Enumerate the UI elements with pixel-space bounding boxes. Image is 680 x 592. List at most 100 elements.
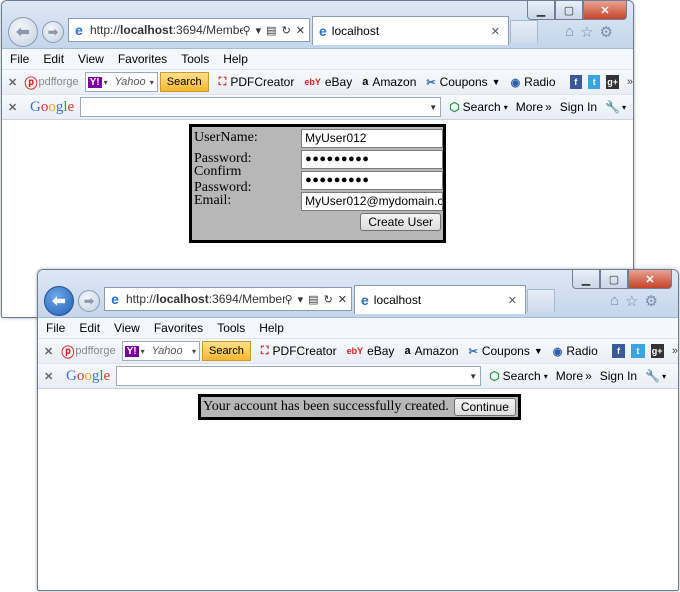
twitter-icon[interactable]: t <box>587 75 601 89</box>
compatibility-icon[interactable]: ▤ <box>266 24 276 37</box>
menu-edit[interactable]: Edit <box>79 321 100 335</box>
menu-help[interactable]: Help <box>223 52 248 66</box>
radio-button[interactable]: ◉ Radio <box>553 344 598 358</box>
menu-favorites[interactable]: Favorites <box>118 52 167 66</box>
google-search-input[interactable]: ▼ <box>116 366 482 386</box>
new-tab-button[interactable] <box>510 20 538 43</box>
radio-icon: ◉ <box>510 76 521 89</box>
chevron-down-icon[interactable]: ▼ <box>469 372 477 381</box>
address-bar[interactable]: e http://localhost:3694/Membersl ⚲ ▾ ▤ ↻… <box>104 287 352 311</box>
pdfforge-logo[interactable]: ⓟ pdfforge <box>24 73 78 92</box>
coupons-button[interactable]: ✂ Coupons ▼ <box>426 75 500 89</box>
dropdown-icon[interactable]: ▾ <box>256 24 262 37</box>
compatibility-icon[interactable]: ▤ <box>308 293 318 306</box>
close-toolbar-icon[interactable]: ✕ <box>8 76 20 89</box>
forward-button[interactable]: ➡ <box>78 290 100 312</box>
close-window-button[interactable]: ✕ <box>583 1 627 20</box>
home-icon[interactable]: ⌂ <box>610 292 619 310</box>
close-google-toolbar-icon[interactable]: ✕ <box>8 101 22 114</box>
google-more-button[interactable]: More» <box>556 369 592 383</box>
home-icon[interactable]: ⌂ <box>565 23 574 41</box>
favorites-star-icon[interactable]: ☆ <box>580 23 593 41</box>
menu-view[interactable]: View <box>78 52 104 66</box>
maximize-button[interactable]: ▢ <box>600 270 628 289</box>
refresh-icon[interactable]: ↻ <box>324 293 333 306</box>
facebook-icon[interactable]: f <box>611 344 626 358</box>
stop-icon[interactable]: ✕ <box>338 293 347 306</box>
googleplus-icon[interactable]: g+ <box>606 75 619 89</box>
settings-gear-icon[interactable]: ⚙ <box>600 23 613 41</box>
menu-view[interactable]: View <box>114 321 140 335</box>
ebay-button[interactable]: ebY eBay <box>304 75 352 89</box>
search-icon[interactable]: ⚲ <box>285 293 293 306</box>
facebook-icon[interactable]: f <box>569 75 582 89</box>
address-tools: ⚲ ▾ ▤ ↻ ✕ <box>285 293 351 306</box>
menu-help[interactable]: Help <box>259 321 284 335</box>
google-signin-button[interactable]: Sign In <box>560 100 597 114</box>
confirm-password-input[interactable]: ●●●●●●●●● <box>301 170 443 190</box>
create-user-button[interactable]: Create User <box>360 213 441 231</box>
caption-buttons: ▁ ▢ ✕ <box>572 270 672 289</box>
close-window-button[interactable]: ✕ <box>628 270 672 289</box>
google-signin-button[interactable]: Sign In <box>600 369 637 383</box>
google-search-button[interactable]: ⬡ Search ▾ <box>449 100 508 114</box>
googleplus-icon[interactable]: g+ <box>650 344 664 358</box>
yahoo-search-button[interactable]: Search <box>201 341 251 361</box>
pdf-icon: ⛶ <box>260 344 269 357</box>
chevron-down-icon[interactable]: ▾ <box>192 347 196 356</box>
menu-tools[interactable]: Tools <box>181 52 209 66</box>
menu-tools[interactable]: Tools <box>217 321 245 335</box>
minimize-button[interactable]: ▁ <box>527 1 555 20</box>
email-input[interactable]: MyUser012@mydomain.co <box>301 191 443 211</box>
google-search-button[interactable]: ⬡ Search ▾ <box>489 369 548 383</box>
yahoo-search-input[interactable]: Y! ▾ Yahoo ▾ <box>121 341 200 361</box>
continue-button[interactable]: Continue <box>453 398 516 416</box>
minimize-button[interactable]: ▁ <box>572 270 600 289</box>
yahoo-search-input[interactable]: Y! ▾ Yahoo ▾ <box>84 72 158 92</box>
google-search-input[interactable]: ▼ <box>80 97 442 117</box>
username-input[interactable]: MyUser012 <box>301 128 443 148</box>
browser-right-icons: ⌂ ☆ ⚙ <box>565 23 613 41</box>
settings-gear-icon[interactable]: ⚙ <box>645 292 658 310</box>
menu-edit[interactable]: Edit <box>43 52 64 66</box>
password-input[interactable]: ●●●●●●●●● <box>301 149 443 169</box>
pdfcreator-button[interactable]: ⛶ PDFCreator <box>261 344 337 358</box>
menu-favorites[interactable]: Favorites <box>154 321 203 335</box>
close-tab-icon[interactable]: ✕ <box>508 294 517 307</box>
forward-button[interactable]: ➡ <box>42 21 64 43</box>
pdfforge-logo[interactable]: ⓟ pdfforge <box>61 342 115 361</box>
refresh-icon[interactable]: ↻ <box>282 24 291 37</box>
toolbar-overflow-icon[interactable]: » <box>627 76 633 88</box>
back-button[interactable]: ⬅ <box>8 17 38 47</box>
favorites-star-icon[interactable]: ☆ <box>625 292 638 310</box>
maximize-button[interactable]: ▢ <box>555 1 583 20</box>
radio-button[interactable]: ◉ Radio <box>511 75 556 89</box>
ebay-button[interactable]: ebY eBay <box>347 344 395 358</box>
wrench-icon[interactable]: 🔧 ▾ <box>605 100 626 114</box>
search-icon[interactable]: ⚲ <box>243 24 251 37</box>
chevron-down-icon[interactable]: ▼ <box>429 103 437 112</box>
back-button[interactable]: ⬅ <box>44 286 74 316</box>
new-tab-button[interactable] <box>527 289 555 312</box>
amazon-button[interactable]: a Amazon <box>404 344 458 358</box>
menu-file[interactable]: File <box>46 321 65 335</box>
chevron-down-icon[interactable]: ▾ <box>150 78 154 87</box>
toolbar-overflow-icon[interactable]: » <box>672 345 678 357</box>
close-toolbar-icon[interactable]: ✕ <box>44 345 57 358</box>
address-bar[interactable]: e http://localhost:3694/Membersl ⚲ ▾ ▤ ↻… <box>68 18 310 42</box>
tab-localhost[interactable]: e localhost ✕ <box>312 16 509 45</box>
amazon-button[interactable]: a Amazon <box>362 75 416 89</box>
wrench-icon[interactable]: 🔧 ▾ <box>645 369 666 383</box>
tab-localhost[interactable]: e localhost ✕ <box>354 285 526 314</box>
coupons-button[interactable]: ✂ Coupons ▼ <box>469 344 543 358</box>
pdfcreator-button[interactable]: ⛶ PDFCreator <box>219 75 295 89</box>
close-google-toolbar-icon[interactable]: ✕ <box>44 370 58 383</box>
stop-icon[interactable]: ✕ <box>296 24 305 37</box>
twitter-icon[interactable]: t <box>631 344 645 358</box>
google-more-button[interactable]: More» <box>516 100 552 114</box>
dropdown-icon[interactable]: ▾ <box>298 293 304 306</box>
menu-file[interactable]: File <box>10 52 29 66</box>
coupons-icon: ✂ <box>468 345 478 358</box>
close-tab-icon[interactable]: ✕ <box>491 25 500 38</box>
yahoo-search-button[interactable]: Search <box>159 72 209 92</box>
